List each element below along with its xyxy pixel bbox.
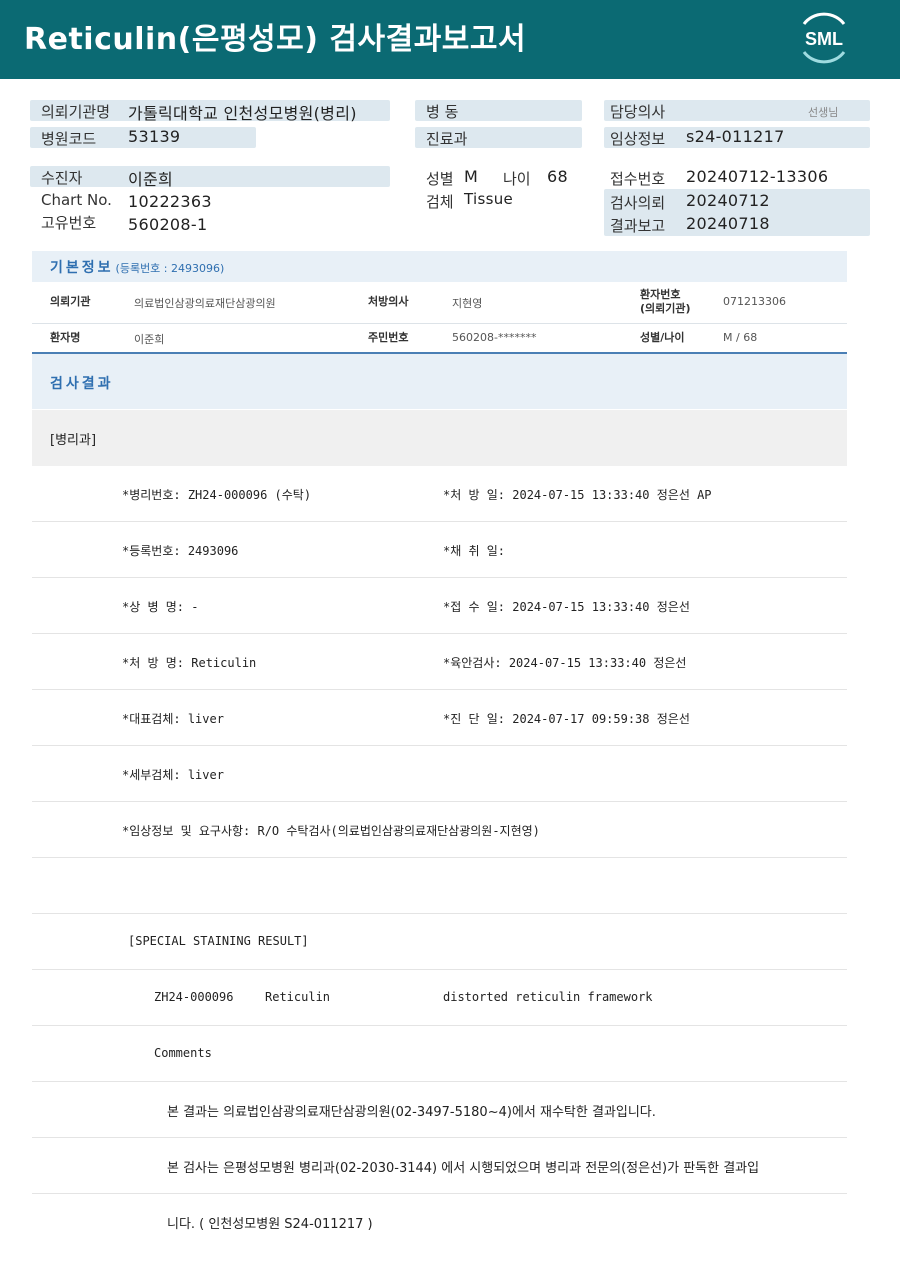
specimen-value: Tissue — [464, 190, 514, 208]
chart-no-label: Chart No. — [41, 191, 112, 209]
staining-header: [SPECIAL STAINING RESULT] — [128, 934, 309, 948]
main-specimen: *대표검체: liver — [122, 712, 224, 726]
sex-value: M — [464, 167, 479, 186]
registration-no: *등록번호: 2493096 — [122, 544, 239, 558]
clinical-request: *임상정보 및 요구사항: R/O 수탁검사(의료법인삼광의료재단삼광의원-지현… — [122, 824, 540, 838]
sml-logo-icon: SML — [802, 12, 846, 64]
institution-value: 가톨릭대학교 인천성모병원(병리) — [128, 104, 357, 123]
pathology-no: *병리번호: ZH24-000096 (수탁) — [122, 488, 312, 502]
diagnosis-name: *상 병 명: - — [122, 600, 199, 614]
logo-text: SML — [805, 29, 843, 49]
pid-value: 071213306 — [723, 295, 786, 308]
doctor-suffix: 선생님 — [808, 106, 839, 119]
order-name: *처 방 명: Reticulin — [122, 656, 257, 670]
staining-row: ZH24-000096 Reticulin distorted reticuli… — [32, 970, 847, 1026]
order-date: *처 방 일: 2024-07-15 13:33:40 정은선 AP — [443, 488, 712, 502]
patient-value: 이준희 — [128, 170, 174, 189]
doctor-label-2: 처방의사 — [368, 295, 409, 308]
age-label: 나이 — [503, 170, 531, 188]
result-row: *임상정보 및 요구사항: R/O 수탁검사(의료법인삼광의료재단삼광의원-지현… — [32, 802, 847, 858]
inst-value: 의료법인삼광의료재단삼광의원 — [134, 297, 276, 310]
hospital-code-value: 53139 — [128, 127, 181, 146]
basic-info-row-2: 환자명 이준희 주민번호 560208-******* 성별/나이 M / 68 — [32, 324, 847, 352]
department-label: 진료과 — [426, 130, 468, 148]
institution-label: 의뢰기관명 — [41, 103, 111, 121]
receipt-no-value: 20240712-13306 — [686, 167, 829, 186]
sexage-label: 성별/나이 — [640, 331, 685, 344]
gross-exam-date: *육안검사: 2024-07-15 13:33:40 정은선 — [443, 656, 687, 670]
result-row: *처 방 명: Reticulin *육안검사: 2024-07-15 13:3… — [32, 634, 847, 690]
specimen-label: 검체 — [426, 193, 454, 211]
comment-line: 본 결과는 의료법인삼광의료재단삼광의원(02-3497-5180~4)에서 재… — [167, 1105, 656, 1120]
basic-info-row-1: 의뢰기관 의료법인삼광의료재단삼광의원 처방의사 지현영 환자번호 (의뢰기관)… — [32, 283, 847, 323]
chart-no-value: 10222363 — [128, 192, 212, 211]
rrn-label: 주민번호 — [368, 331, 409, 344]
staining-result: distorted reticulin framework — [443, 990, 653, 1004]
receipt-date: *접 수 일: 2024-07-15 13:33:40 정은선 — [443, 600, 690, 614]
basic-info-title-text: 기본정보 — [50, 260, 114, 276]
basic-info-title: 기본정보 (등록번호 : 2493096) — [50, 257, 224, 277]
report-header: Reticulin(은평성모) 검사결과보고서 SML — [0, 0, 900, 79]
diagnosis-date: *진 단 일: 2024-07-17 09:59:38 정은선 — [443, 712, 690, 726]
comment-line: 본 검사는 은평성모병원 병리과(02-2030-3144) 에서 시행되었으며… — [167, 1161, 760, 1176]
doctor-label: 담당의사 — [610, 103, 666, 121]
comment-row: 본 결과는 의료법인삼광의료재단삼광의원(02-3497-5180~4)에서 재… — [32, 1082, 847, 1138]
request-date-value: 20240712 — [686, 191, 770, 210]
pid-label-2: (의뢰기관) — [640, 302, 691, 315]
result-row-blank — [32, 858, 847, 914]
receipt-no-label: 접수번호 — [610, 170, 666, 188]
pid-label-1: 환자번호 — [640, 288, 681, 301]
name-value: 이준희 — [134, 333, 165, 346]
result-row: *대표검체: liver *진 단 일: 2024-07-17 09:59:38… — [32, 690, 847, 746]
result-row: *등록번호: 2493096 *채 취 일: — [32, 522, 847, 578]
basic-info-header: 기본정보 (등록번호 : 2493096) — [32, 251, 847, 282]
staining-name: Reticulin — [265, 990, 331, 1004]
ward-label: 병 동 — [426, 103, 459, 121]
dept-row: [병리과] — [32, 410, 847, 466]
sexage-value: M / 68 — [723, 331, 758, 344]
comment-row: 본 검사는 은평성모병원 병리과(02-2030-3144) 에서 시행되었으며… — [32, 1138, 847, 1194]
result-row: *병리번호: ZH24-000096 (수탁) *처 방 일: 2024-07-… — [32, 466, 847, 522]
staining-code: ZH24-000096 — [154, 990, 234, 1004]
clinical-info-label: 임상정보 — [610, 130, 666, 148]
report-title: Reticulin(은평성모) 검사결과보고서 — [24, 22, 527, 57]
result-row: [SPECIAL STAINING RESULT] — [32, 914, 847, 970]
result-header: 검사결과 — [32, 352, 847, 409]
detail-specimen: *세부검체: liver — [122, 768, 224, 782]
inst-label: 의뢰기관 — [50, 295, 91, 308]
result-row: Comments — [32, 1026, 847, 1082]
comments-label: Comments — [154, 1046, 212, 1060]
rrn-value: 560208-******* — [452, 331, 537, 344]
report-date-value: 20240718 — [686, 214, 770, 233]
hospital-code-label: 병원코드 — [41, 130, 97, 148]
result-title: 검사결과 — [50, 376, 114, 392]
doctor-value-2: 지현영 — [452, 297, 483, 310]
request-date-label: 검사의뢰 — [610, 194, 666, 212]
clinical-info-value: s24-011217 — [686, 127, 785, 146]
dept-label: [병리과] — [50, 433, 97, 448]
unique-no-value: 560208-1 — [128, 215, 208, 234]
comment-line: 니다. ( 인천성모병원 S24-011217 ) — [167, 1217, 373, 1232]
result-row: *세부검체: liver — [32, 746, 847, 802]
patient-label: 수진자 — [41, 169, 83, 187]
name-label: 환자명 — [50, 331, 81, 344]
collection-date: *채 취 일: — [443, 544, 506, 558]
comment-row: 니다. ( 인천성모병원 S24-011217 ) — [32, 1194, 847, 1250]
basic-info-subtitle: (등록번호 : 2493096) — [115, 262, 225, 275]
patient-pill — [30, 166, 390, 187]
result-row: *상 병 명: - *접 수 일: 2024-07-15 13:33:40 정은… — [32, 578, 847, 634]
unique-no-label: 고유번호 — [41, 214, 97, 232]
age-value: 68 — [547, 167, 568, 186]
sex-label: 성별 — [426, 170, 454, 188]
report-date-label: 결과보고 — [610, 217, 666, 235]
